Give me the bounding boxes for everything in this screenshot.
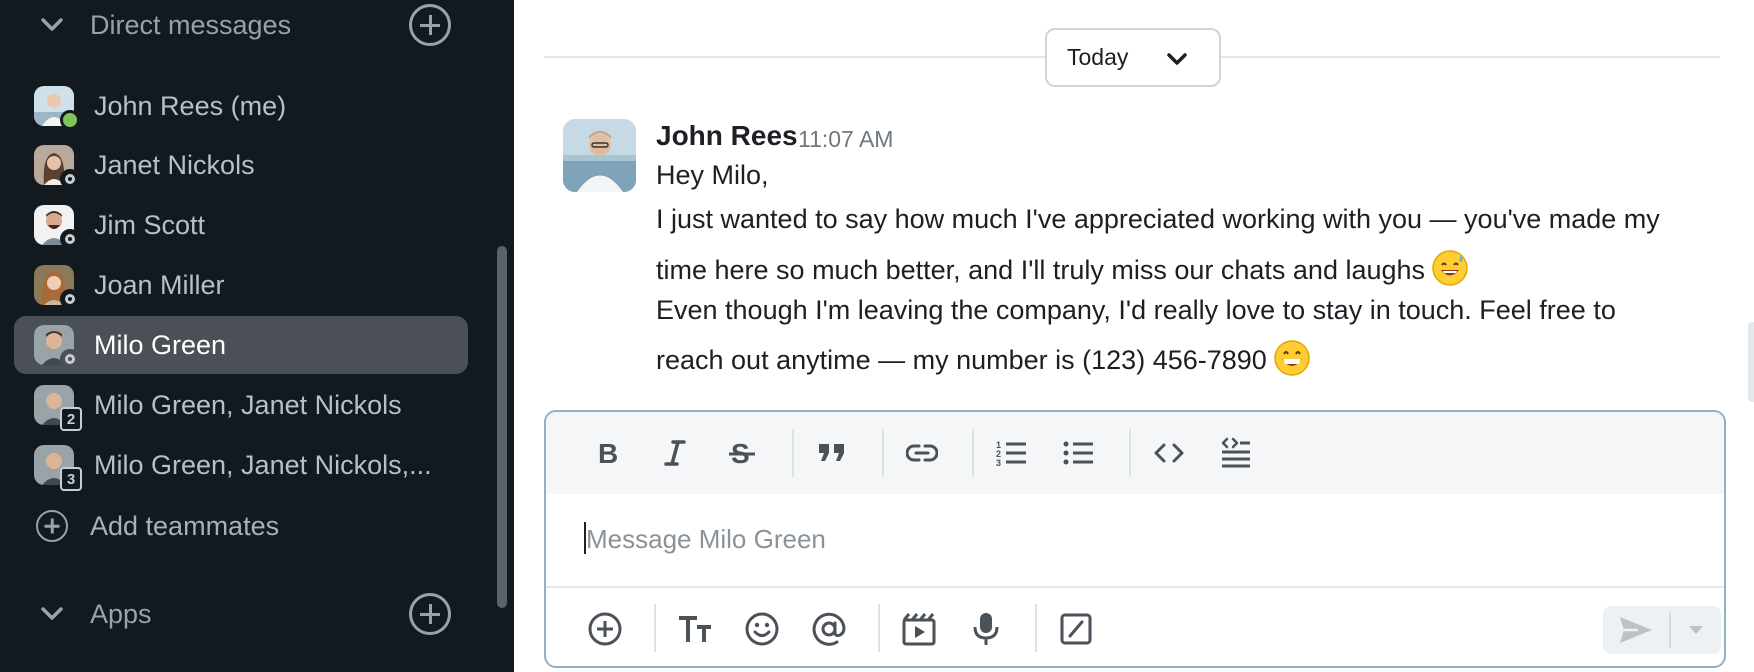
toolbar-divider [882,429,884,477]
toolbar-divider [792,429,794,477]
avatar: 2 [34,385,82,431]
message-text: reach out anytime — my number is (123) 4… [656,345,1267,375]
avatar [34,86,80,130]
message-composer: B S 123 [544,410,1726,668]
dm-item-label: Janet Nickols [94,149,255,180]
chevron-down-icon[interactable] [38,11,66,39]
add-direct-message-icon[interactable] [409,4,451,46]
away-status-icon [60,289,80,309]
add-teammates-label: Add teammates [90,510,280,541]
avatar [34,325,80,369]
apps-header[interactable]: Apps [0,589,514,639]
code-block-icon[interactable] [1216,433,1256,473]
inline-code-icon[interactable] [1149,433,1189,473]
composer-actions-bar [546,586,1724,666]
text-format-icon[interactable] [674,608,716,650]
avatar [34,145,80,189]
toolbar-divider [1129,429,1131,477]
svg-text:3: 3 [996,458,1001,467]
dm-item-label: Joan Miller [94,269,225,300]
message-text: time here so much better, and I'll truly… [656,255,1426,285]
mention-icon[interactable] [808,608,850,650]
sidebar: Direct messages John Rees (me) Janet Nic… [0,0,514,672]
direct-messages-title: Direct messages [90,9,292,40]
message-timestamp[interactable]: 11:07 AM [798,126,893,153]
message-author-name[interactable]: John Rees [656,120,798,152]
chevron-down-icon [1163,45,1191,78]
formatting-toolbar: B S 123 [546,412,1724,494]
add-app-icon[interactable] [409,593,451,635]
avatar [34,205,80,249]
svg-text:B: B [598,439,618,467]
italic-icon[interactable] [655,433,695,473]
away-status-icon [60,169,80,189]
microphone-icon[interactable] [965,608,1007,650]
sidebar-scrollbar[interactable] [497,246,507,608]
toolbar-divider [972,429,974,477]
link-icon[interactable] [902,433,942,473]
message-author-avatar[interactable] [563,119,636,192]
avatar [34,265,80,309]
online-status-icon [60,110,80,130]
group-count-badge: 3 [60,467,82,491]
dm-item-label: John Rees (me) [94,90,287,121]
grin-emoji-icon [1273,339,1311,377]
send-icon[interactable] [1603,606,1669,654]
chevron-down-icon[interactable] [38,600,66,628]
date-separator-label: Today [1067,44,1129,70]
message-text-line: I just wanted to say how much I've appre… [656,204,1660,234]
message-text-line: Even though I'm leaving the company, I'd… [656,295,1616,325]
dm-item-label: Milo Green [94,329,227,360]
strikethrough-icon[interactable]: S [722,433,762,473]
dm-item-group-3[interactable]: 3 Milo Green, Janet Nickols,... [14,436,468,494]
message-text-line-with-emoji: reach out anytime — my number is (123) 4… [656,339,1311,377]
group-count-badge: 2 [60,407,82,431]
dm-item-milo-green[interactable]: Milo Green [14,316,468,374]
dm-item-john-rees[interactable]: John Rees (me) [14,77,468,135]
dm-item-label: Jim Scott [94,209,206,240]
message-text-line: Hey Milo, [656,160,769,190]
slash-command-icon[interactable] [1055,608,1097,650]
message-pane: Today John Rees 11:07 AM Hey Milo, I jus… [514,0,1754,672]
dm-item-group-2[interactable]: 2 Milo Green, Janet Nickols [14,376,468,434]
add-teammates-button[interactable]: Add teammates [36,504,436,548]
dm-item-janet-nickols[interactable]: Janet Nickols [14,136,468,194]
toolbar-divider [654,604,656,652]
plus-circle-icon [36,510,68,542]
send-divider [1669,612,1671,648]
direct-messages-header[interactable]: Direct messages [0,0,514,50]
dm-item-label: Milo Green, Janet Nickols [94,389,402,420]
message-input-area[interactable] [546,494,1724,586]
away-status-icon [60,229,80,249]
message-text-line-with-emoji: time here so much better, and I'll truly… [656,249,1469,287]
main-scrollbar[interactable] [1748,322,1754,402]
video-clip-icon[interactable] [898,608,940,650]
text-caret [584,522,586,554]
quote-icon[interactable] [812,433,852,473]
message-input[interactable] [586,514,1686,564]
attach-plus-icon[interactable] [584,608,626,650]
numbered-list-icon[interactable]: 123 [992,433,1032,473]
sweat-smile-emoji-icon [1431,249,1469,287]
send-button-group [1603,606,1721,654]
dm-item-label: Milo Green, Janet Nickols,... [94,449,432,480]
chevron-down-icon[interactable] [1673,606,1719,654]
date-separator-button[interactable]: Today [1045,28,1221,87]
toolbar-divider [878,604,880,652]
away-status-icon [60,349,80,369]
dm-item-joan-miller[interactable]: Joan Miller [14,256,468,314]
emoji-icon[interactable] [741,608,783,650]
bold-icon[interactable]: B [588,433,628,473]
dm-item-jim-scott[interactable]: Jim Scott [14,196,468,254]
bulleted-list-icon[interactable] [1059,433,1099,473]
avatar: 3 [34,445,82,491]
apps-title: Apps [90,598,152,629]
toolbar-divider [1035,604,1037,652]
